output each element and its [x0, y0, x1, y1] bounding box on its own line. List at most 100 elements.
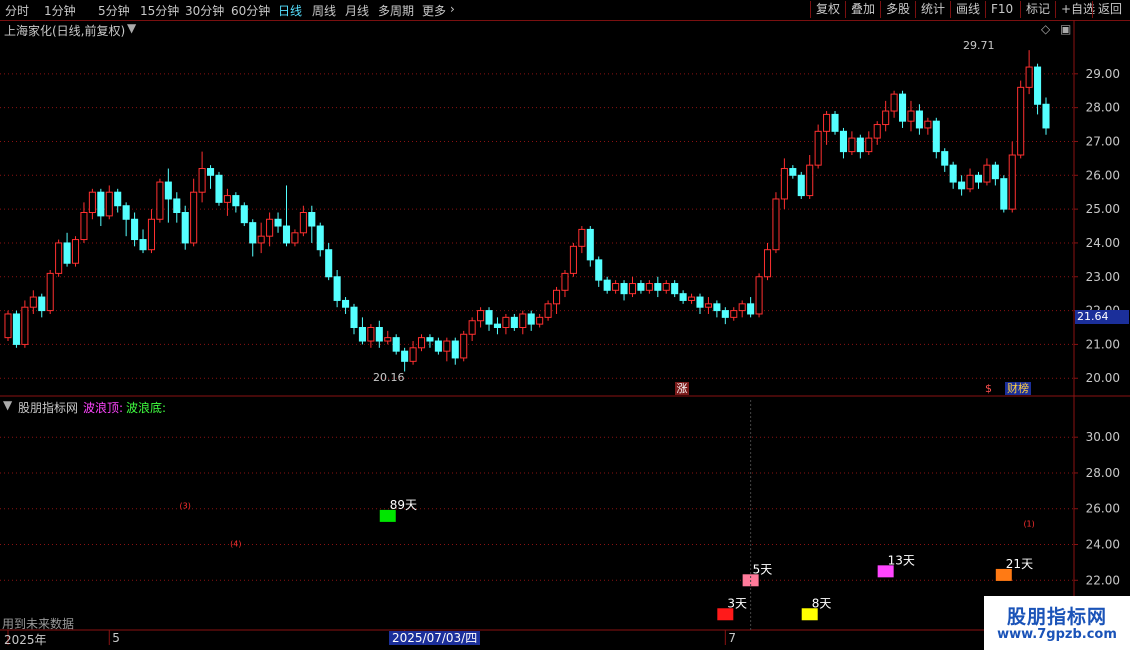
candle-body	[696, 296, 704, 308]
wave-day-label: 3天	[727, 596, 747, 610]
candle-body	[823, 113, 831, 132]
limit-up-marker[interactable]: 涨	[675, 382, 689, 395]
candle-body	[848, 137, 856, 153]
candle-body	[890, 93, 898, 112]
low-price-label: 20.16	[373, 371, 405, 384]
watermark-logo: 股朋指标网 www.7gpzb.com	[984, 596, 1130, 650]
candle-body	[772, 198, 780, 251]
candle-body	[932, 120, 940, 153]
candle-body	[595, 259, 603, 281]
candle-body	[477, 310, 485, 322]
candle-body	[485, 310, 493, 325]
dollar-icon[interactable]: $	[985, 382, 992, 395]
wave-mark: (4)	[230, 539, 241, 548]
candle-body	[173, 198, 181, 213]
candle-body	[4, 313, 12, 339]
candle-body	[325, 249, 333, 278]
candle-body	[274, 218, 282, 227]
candle-body	[780, 168, 788, 200]
candle-body	[865, 137, 873, 153]
candle-body	[1034, 66, 1042, 105]
candle-body	[797, 174, 805, 197]
candle-body	[806, 164, 814, 197]
candle-body	[983, 164, 991, 183]
candle-body	[679, 293, 687, 301]
candle-body	[266, 218, 274, 237]
indicator-tick-label: 22.00	[1086, 573, 1120, 587]
candle-body	[924, 120, 932, 129]
candle-body	[375, 327, 383, 342]
candle-body	[789, 168, 797, 176]
candle-body	[460, 333, 468, 359]
candle-body	[721, 310, 729, 318]
candle-body	[493, 323, 502, 328]
candle-body	[704, 303, 712, 308]
candle-body	[747, 303, 755, 315]
indicator-title: 股朋指标网	[18, 401, 79, 415]
cursor-date: 2025/07/03/四	[389, 631, 481, 645]
candle-body	[536, 316, 544, 325]
watermark-title: 股朋指标网	[1006, 606, 1107, 628]
candle-body	[316, 225, 324, 251]
candle-body	[46, 272, 54, 312]
candle-body	[12, 313, 20, 345]
candle-body	[105, 191, 113, 217]
candle-body	[654, 283, 662, 291]
candle-body	[763, 249, 772, 278]
candle-body	[198, 168, 206, 193]
candle-body	[578, 228, 586, 247]
candle-body	[949, 164, 957, 183]
candle-body	[282, 225, 291, 244]
main-tick-label: 29.00	[1086, 67, 1120, 81]
candle-body	[966, 174, 974, 190]
panel-toggle-icon[interactable]: ▣	[1060, 22, 1071, 36]
candle-body	[164, 181, 172, 200]
finance-marker[interactable]: 财榜	[1005, 382, 1031, 395]
high-price-label: 29.71	[963, 39, 995, 52]
indicator-tick-label: 28.00	[1086, 466, 1120, 480]
current-price-tag: 21.64	[1075, 310, 1129, 324]
candle-body	[637, 283, 645, 291]
main-tick-label: 24.00	[1086, 236, 1120, 250]
candle-body	[367, 327, 375, 342]
candle-body	[1008, 154, 1016, 210]
candle-body	[662, 283, 670, 291]
candle-body	[392, 337, 400, 352]
kline-chart[interactable]: 29.00 28.00 27.00 26.00 25.00 24.00 23.00 22.00…	[0, 0, 1130, 650]
wave-day-label: 89天	[390, 498, 417, 512]
candle-body	[333, 276, 341, 301]
candle-body	[628, 283, 637, 295]
candle-body	[426, 337, 434, 342]
candle-body	[71, 239, 80, 264]
candle-body	[552, 289, 561, 305]
candle-body	[544, 303, 552, 318]
candle-body	[114, 191, 122, 207]
candle-body	[898, 93, 907, 122]
candle-body	[645, 283, 653, 291]
candle-body	[131, 218, 139, 241]
candle-body	[831, 113, 839, 132]
candle-body	[156, 181, 164, 220]
wave-day-label: 5天	[753, 562, 773, 576]
candle-body	[510, 316, 518, 328]
candle-body	[29, 296, 37, 308]
chevron-down-icon[interactable]: ▼	[127, 21, 136, 35]
diamond-icon[interactable]: ◇	[1041, 22, 1050, 36]
candle-body	[88, 191, 96, 214]
candle-body	[856, 137, 864, 153]
series-wave-bottom: 波浪底:	[126, 401, 167, 415]
candle-body	[1025, 66, 1033, 88]
candle-body	[612, 283, 620, 291]
candle-body	[122, 205, 130, 220]
candle-body	[417, 337, 426, 349]
candle-body	[882, 110, 890, 126]
wave-mark: (3)	[180, 502, 191, 511]
candle-body	[147, 218, 156, 251]
candle-body	[409, 347, 417, 362]
stock-title: 上海家化(日线,前复权)	[4, 24, 126, 38]
chevron-down-icon[interactable]: ▼	[3, 398, 12, 412]
candle-body	[249, 222, 257, 244]
candle-body	[839, 130, 848, 153]
indicator-tick-label: 30.00	[1086, 430, 1120, 444]
candle-body	[688, 296, 696, 301]
